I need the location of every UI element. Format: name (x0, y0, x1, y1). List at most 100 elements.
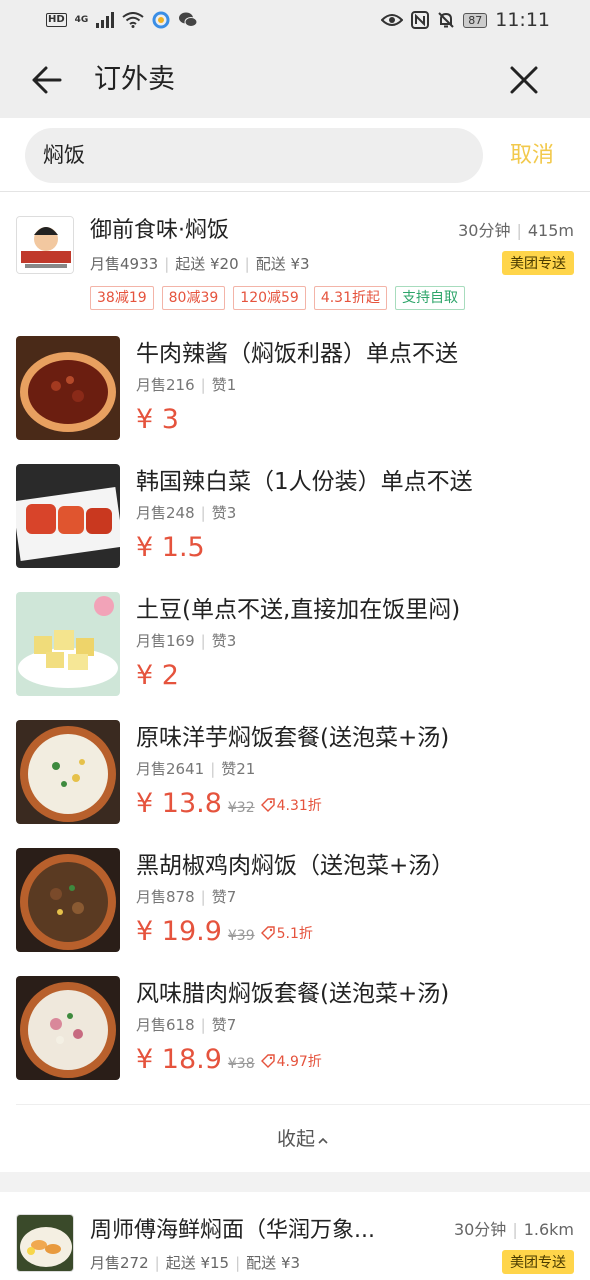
item-image (16, 464, 120, 568)
item-meta: 月售216 | 赞1 (136, 376, 237, 394)
price-row: ¥ 13.8 ¥32 4.31折 (136, 788, 322, 819)
shop-meta: 月售4933 | 起送 ¥20 | 配送 ¥3 (90, 255, 310, 273)
shop-name: 御前食味·焖饭 (90, 218, 229, 243)
menu-item[interactable]: 土豆(单点不送,直接加在饭里闷) 月售169 | 赞3 ¥ 2 (0, 582, 590, 710)
delivery-time: 30分钟 (458, 221, 511, 240)
wifi-icon (122, 12, 144, 28)
chevron-up-icon (318, 1137, 328, 1144)
item-price: ¥ 19.9 (136, 916, 222, 947)
menu-item[interactable]: 风味腊肉焖饭套餐(送泡菜+汤) 月售618 | 赞7 ¥ 18.9 ¥38 4.97… (0, 966, 590, 1094)
discount-text: 5.1折 (276, 926, 313, 942)
status-bar: HD 4G 87 11:11 (0, 0, 590, 40)
eye-icon (381, 14, 404, 26)
mute-icon (438, 12, 454, 28)
back-arrow-icon[interactable] (28, 62, 64, 98)
distance: 415m (527, 221, 574, 240)
item-name: 黑胡椒鸡肉焖饭（送泡菜+汤） (136, 853, 455, 879)
section-divider (0, 1172, 590, 1192)
promo-tags: 38减19 80减39 120减59 4.31折起 支持自取 (90, 286, 465, 310)
delivery-time: 30分钟 (453, 1220, 507, 1239)
delivery-badge: 美团专送 (502, 1250, 574, 1274)
item-likes: 赞21 (221, 760, 256, 778)
title-bar: 订外卖 (0, 40, 590, 118)
price-row: ¥ 3 (136, 404, 179, 435)
item-meta: 月售248 | 赞3 (136, 504, 237, 522)
network-type: 4G (74, 15, 89, 25)
delivery-fee: 配送 ¥3 (246, 1254, 301, 1272)
shop-card[interactable]: 周师傅海鲜焖面（华润万象... 30分钟 | 1.6km 月售272 | 起送 ¥15 |… (0, 1192, 590, 1280)
clock: 11:11 (495, 9, 550, 31)
wechat-icon (179, 12, 198, 27)
monthly-sales: 月售4933 (90, 255, 159, 273)
item-likes: 赞3 (211, 632, 237, 650)
item-likes: 赞7 (211, 888, 237, 906)
discount-text: 4.31折 (276, 798, 322, 814)
promo-tag: 80减39 (161, 286, 226, 310)
item-sales: 月售618 (136, 1016, 195, 1034)
battery-icon: 87 (463, 12, 488, 28)
signal-icon (96, 12, 115, 28)
item-name: 韩国辣白菜（1人份装）单点不送 (136, 469, 473, 495)
item-meta: 月售169 | 赞3 (136, 632, 237, 650)
shop-card[interactable]: 御前食味·焖饭 30分钟 | 415m 月售4933 | 起送 ¥20 | 配送 ¥3 美团… (0, 192, 590, 322)
price-row: ¥ 19.9 ¥39 5.1折 (136, 916, 313, 947)
price-row: ¥ 2 (136, 660, 179, 691)
original-price: ¥38 (227, 1056, 255, 1072)
original-price: ¥32 (227, 800, 255, 816)
nfc-icon (411, 11, 430, 29)
item-price: ¥ 2 (136, 660, 179, 691)
cancel-button[interactable]: 取消 (510, 128, 554, 183)
item-name: 原味洋芋焖饭套餐(送泡菜+汤) (136, 725, 450, 751)
item-image (16, 720, 120, 824)
discount-tag: 5.1折 (260, 923, 313, 943)
delivery-fee: 配送 ¥3 (255, 255, 310, 273)
discount-tag: 4.31折 (260, 795, 322, 815)
original-price: ¥39 (227, 928, 255, 944)
item-image (16, 976, 120, 1080)
promo-tag: 38减19 (90, 286, 154, 310)
item-meta: 月售2641 | 赞21 (136, 760, 256, 778)
item-name: 风味腊肉焖饭套餐(送泡菜+汤) (136, 981, 450, 1007)
item-sales: 月售216 (136, 376, 195, 394)
item-likes: 赞7 (211, 1016, 237, 1034)
item-price: ¥ 13.8 (136, 788, 222, 819)
item-price: ¥ 1.5 (136, 532, 205, 563)
hd-icon: HD (46, 13, 67, 27)
shop-logo (16, 216, 74, 274)
shop-distance: 30分钟 | 1.6km (453, 1220, 574, 1239)
item-likes: 赞3 (211, 504, 237, 522)
item-sales: 月售2641 (136, 760, 205, 778)
discount-tag: 4.97折 (260, 1051, 322, 1071)
shop-meta: 月售272 | 起送 ¥15 | 配送 ¥3 (90, 1254, 301, 1272)
item-sales: 月售169 (136, 632, 195, 650)
item-image (16, 336, 120, 440)
shop-name: 周师傅海鲜焖面（华润万象... (90, 1218, 375, 1243)
close-icon[interactable] (506, 62, 542, 98)
tag-icon (260, 926, 275, 940)
item-meta: 月售878 | 赞7 (136, 888, 237, 906)
price-row: ¥ 1.5 (136, 532, 205, 563)
promo-tag: 120减59 (233, 286, 306, 310)
menu-item[interactable]: 原味洋芋焖饭套餐(送泡菜+汤) 月售2641 | 赞21 ¥ 13.8 ¥32 4.… (0, 710, 590, 838)
price-row: ¥ 18.9 ¥38 4.97折 (136, 1044, 322, 1075)
item-price: ¥ 18.9 (136, 1044, 222, 1075)
promo-tag-pickup: 支持自取 (395, 286, 465, 310)
tag-icon (260, 1054, 275, 1068)
distance: 1.6km (523, 1220, 574, 1239)
search-input[interactable]: 焖饭 (25, 128, 483, 183)
monthly-sales: 月售272 (90, 1254, 149, 1272)
shop-logo (16, 1214, 74, 1272)
menu-item[interactable]: 黑胡椒鸡肉焖饭（送泡菜+汤） 月售878 | 赞7 ¥ 19.9 ¥39 5.1折 (0, 838, 590, 966)
discount-text: 4.97折 (276, 1054, 322, 1070)
item-meta: 月售618 | 赞7 (136, 1016, 237, 1034)
search-area: 焖饭 取消 (0, 118, 590, 192)
collapse-button[interactable]: 收起 (16, 1104, 590, 1170)
min-order: 起送 ¥20 (175, 255, 239, 273)
app-circle-icon (152, 11, 170, 29)
item-name: 牛肉辣酱（焖饭利器）单点不送 (136, 341, 458, 367)
collapse-label: 收起 (276, 1128, 315, 1150)
item-sales: 月售878 (136, 888, 195, 906)
menu-item[interactable]: 韩国辣白菜（1人份装）单点不送 月售248 | 赞3 ¥ 1.5 (0, 454, 590, 582)
menu-item[interactable]: 牛肉辣酱（焖饭利器）单点不送 月售216 | 赞1 ¥ 3 (0, 326, 590, 454)
page-title: 订外卖 (94, 64, 175, 95)
